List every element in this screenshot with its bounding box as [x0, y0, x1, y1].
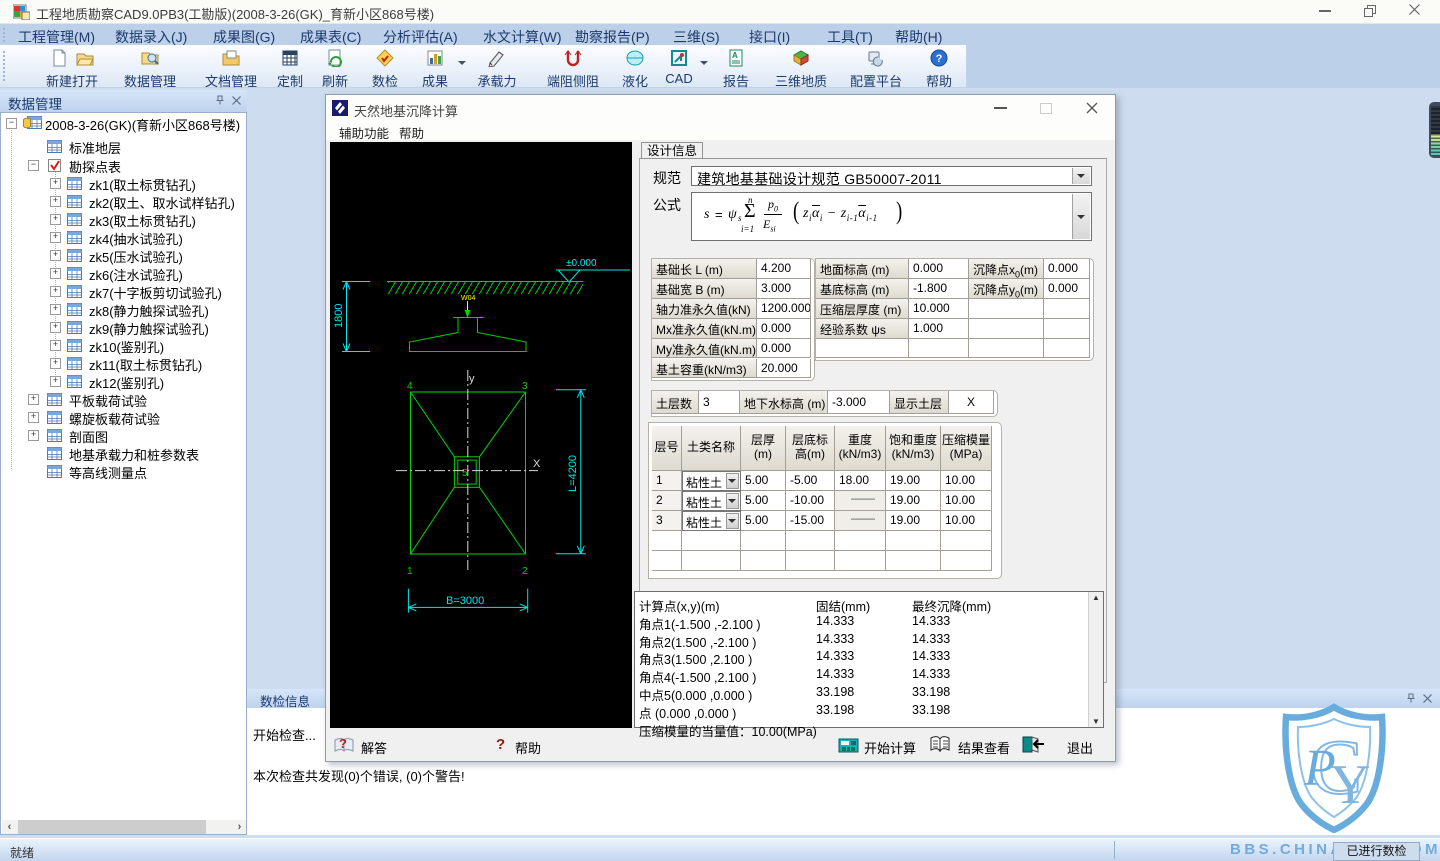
- svg-text:y: y: [469, 373, 475, 385]
- svg-text:W04: W04: [461, 295, 476, 302]
- svg-text:2: 2: [522, 566, 528, 577]
- svg-text:?: ?: [936, 53, 943, 65]
- svg-text:1: 1: [407, 566, 413, 577]
- svg-text:X: X: [533, 458, 541, 470]
- svg-text:A: A: [732, 51, 738, 60]
- svg-text:B=3000: B=3000: [446, 595, 484, 607]
- svg-text:3: 3: [522, 381, 528, 392]
- svg-text:5: 5: [462, 468, 468, 479]
- svg-text:Y: Y: [1330, 754, 1370, 816]
- svg-text:4: 4: [407, 381, 413, 392]
- svg-text:1800: 1800: [333, 304, 345, 328]
- svg-text:±0.000: ±0.000: [566, 258, 597, 269]
- svg-text:?: ?: [339, 736, 347, 751]
- svg-text:L=4200: L=4200: [567, 455, 579, 492]
